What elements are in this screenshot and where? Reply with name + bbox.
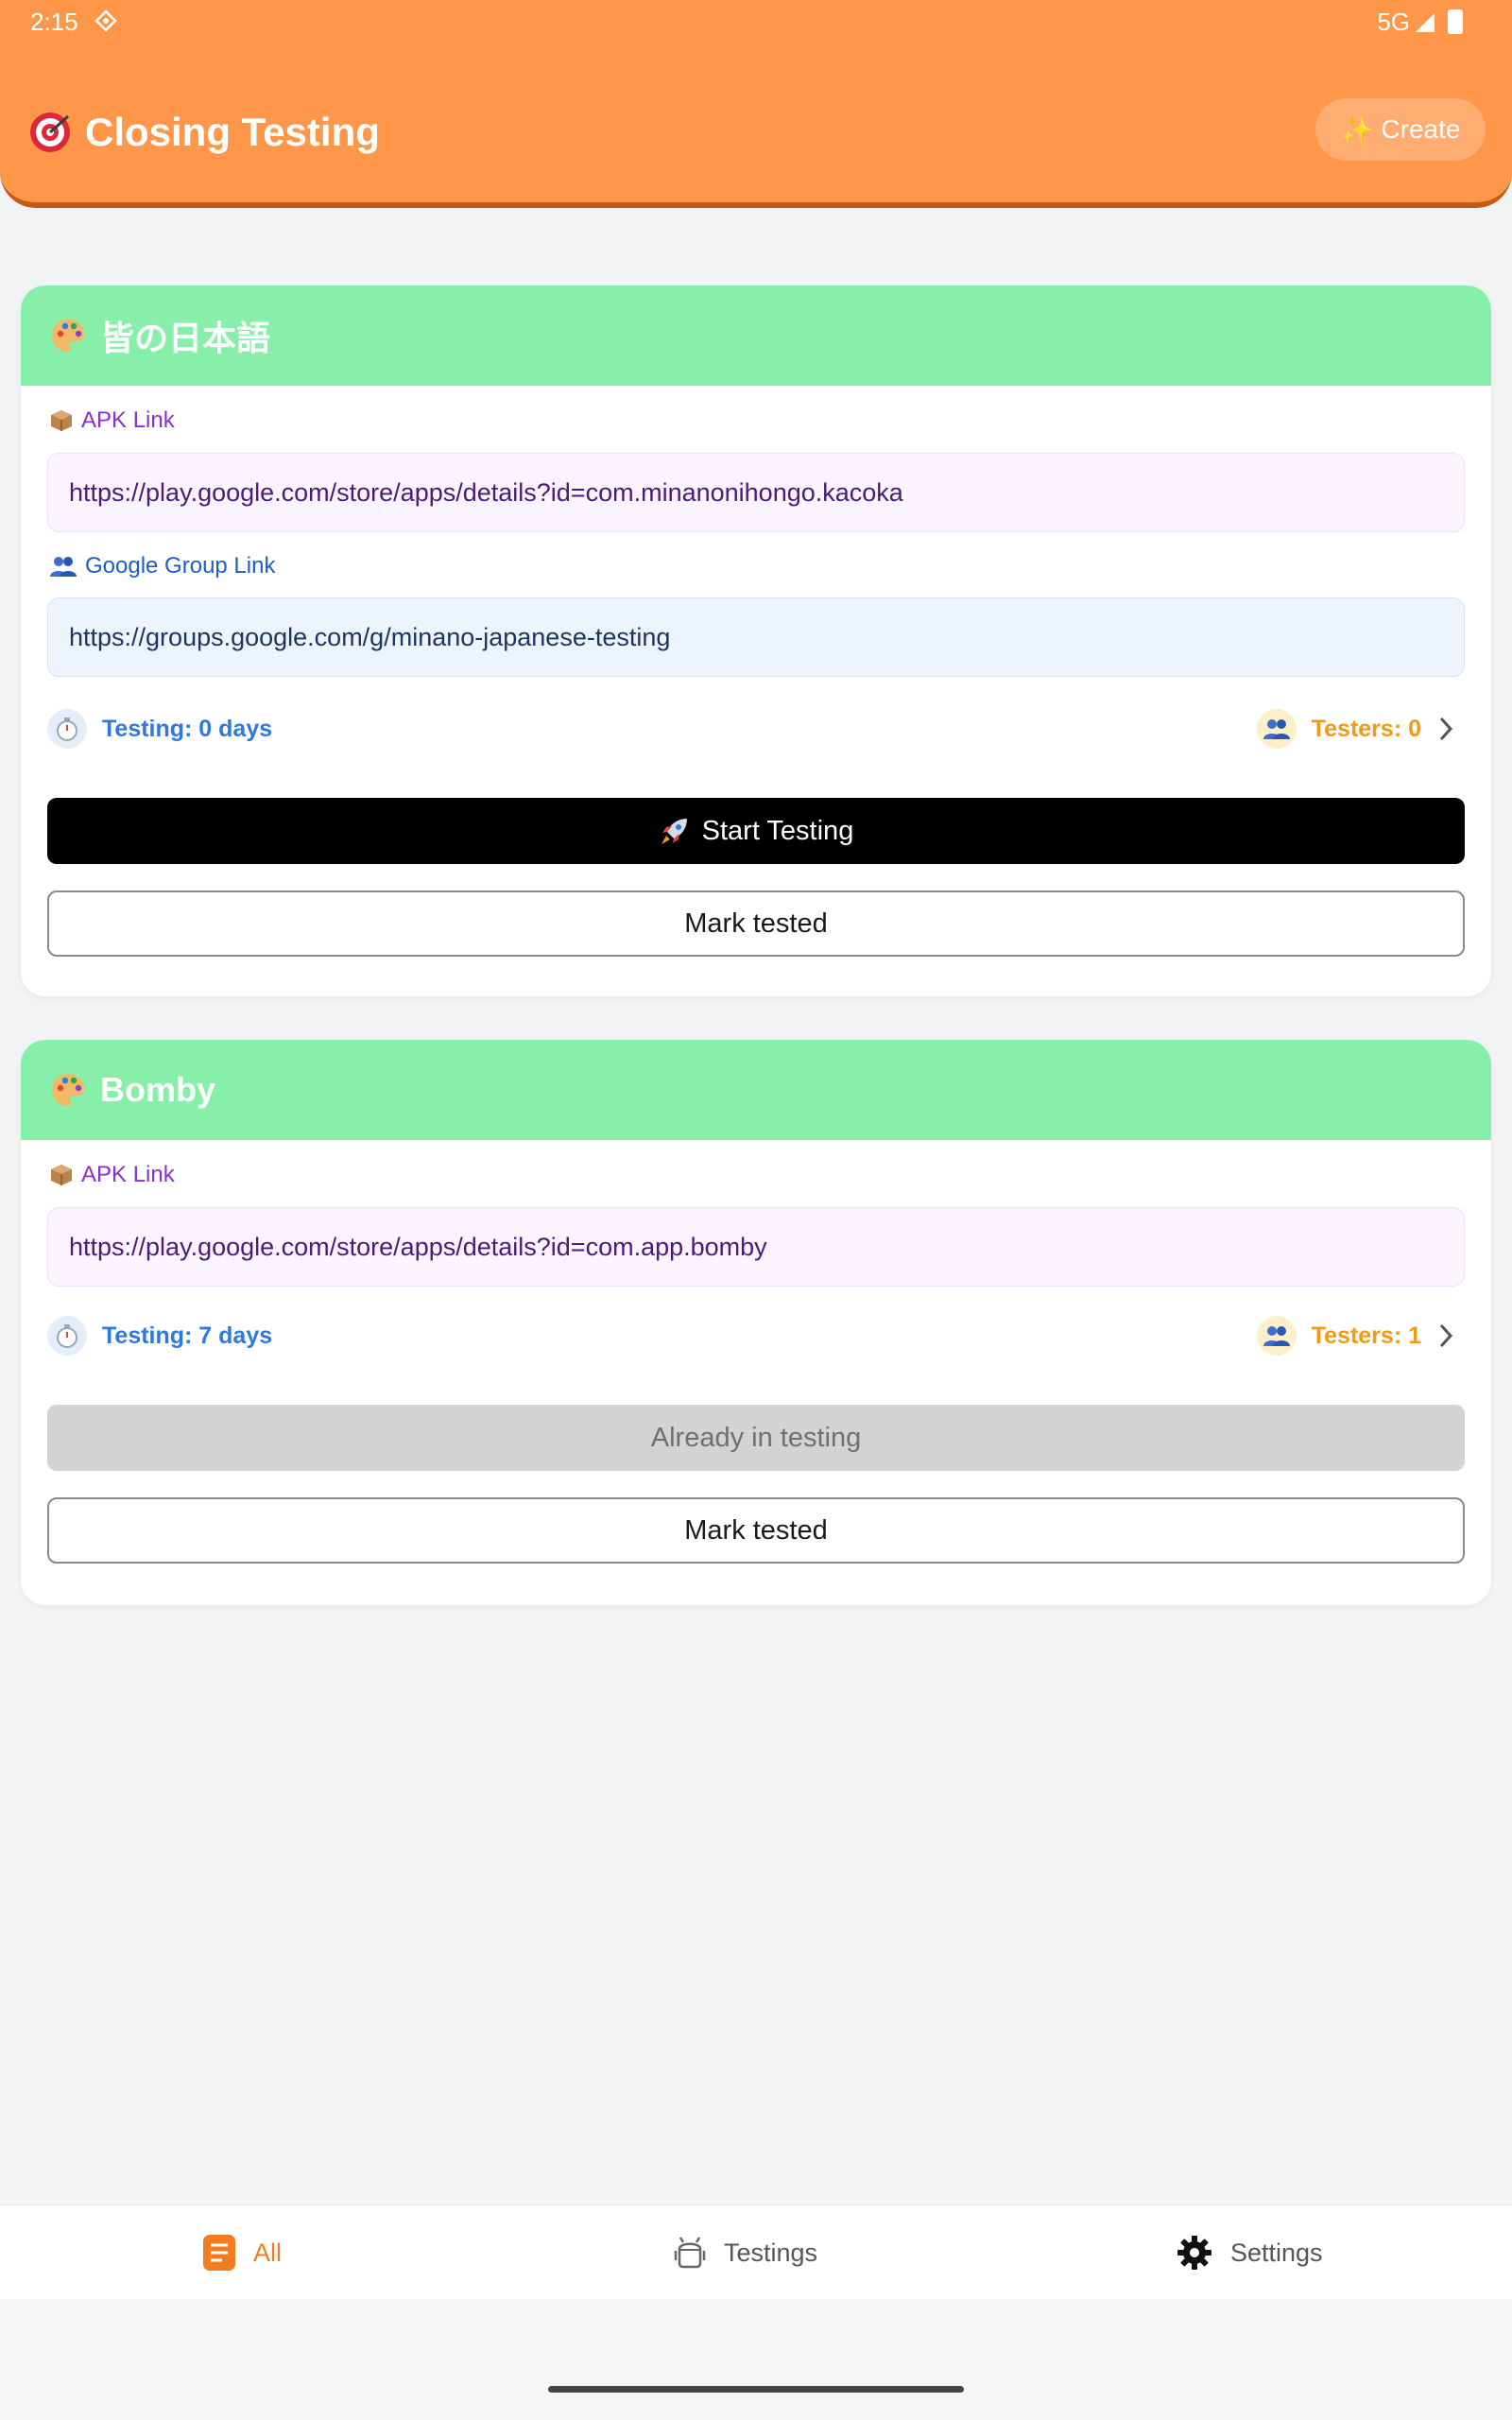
app-card: 皆の日本語 APK Link https://play.google.com/s… — [21, 285, 1491, 996]
target-icon — [30, 112, 70, 152]
chevron-right-icon — [1439, 1323, 1453, 1348]
battery-icon — [1448, 9, 1463, 34]
rocket-icon — [661, 819, 687, 844]
people-icon — [50, 557, 77, 577]
nav-label-settings: Settings — [1230, 2238, 1323, 2267]
apk-link-field[interactable]: https://play.google.com/store/apps/detai… — [47, 453, 1465, 532]
package-icon — [51, 410, 72, 431]
apk-link-value: https://play.google.com/store/apps/detai… — [69, 477, 903, 507]
testers-icon — [1256, 709, 1297, 749]
testers-link[interactable]: Testers: 0 — [1256, 709, 1455, 749]
palette-icon — [52, 320, 84, 352]
testers-count-text: Testers: 0 — [1311, 715, 1421, 742]
gear-icon — [1177, 2236, 1211, 2270]
diamond-icon — [94, 9, 117, 32]
nav-item-all[interactable]: All — [202, 2205, 282, 2300]
app-root: 2:15 5G Closing Testing ✨ Create 皆の日本語 A… — [0, 0, 1512, 2420]
status-time: 2:15 — [30, 8, 78, 36]
app-card-header: Bomby — [21, 1040, 1491, 1140]
apk-link-label: APK Link — [49, 406, 175, 435]
mark-tested-button[interactable]: Mark tested — [47, 1497, 1465, 1564]
home-gesture-bar[interactable] — [548, 2386, 964, 2393]
already-in-testing-label: Already in testing — [650, 1422, 862, 1453]
create-button-label: Create — [1381, 114, 1461, 144]
testers-link[interactable]: Testers: 1 — [1256, 1316, 1455, 1356]
google-group-link-field[interactable]: https://groups.google.com/g/minano-japan… — [47, 597, 1465, 677]
apk-link-label-text: APK Link — [81, 407, 175, 433]
system-gesture-area — [0, 2299, 1512, 2420]
start-testing-button[interactable]: Start Testing — [47, 798, 1465, 864]
mark-tested-label: Mark tested — [684, 1514, 828, 1546]
google-group-link-label-text: Google Group Link — [85, 553, 276, 579]
signal-icon — [1416, 13, 1435, 32]
testing-days: Testing: 0 days — [47, 709, 272, 749]
status-bar: 2:15 5G — [0, 0, 1512, 45]
network-type: 5G — [1377, 8, 1410, 36]
testing-days-text: Testing: 0 days — [102, 715, 273, 742]
nav-label-testings: Testings — [724, 2238, 818, 2267]
testing-days-text: Testing: 7 days — [102, 1322, 273, 1349]
stopwatch-icon — [47, 1316, 87, 1356]
palette-icon — [52, 1074, 84, 1106]
mark-tested-button[interactable]: Mark tested — [47, 890, 1465, 957]
mark-tested-label: Mark tested — [684, 908, 828, 939]
app-card-header: 皆の日本語 — [21, 285, 1491, 386]
stats-row: Testing: 0 days Testers: 0 — [47, 709, 1465, 751]
apk-link-value: https://play.google.com/store/apps/detai… — [69, 1232, 767, 1261]
create-button[interactable]: ✨ Create — [1315, 98, 1486, 161]
start-testing-label: Start Testing — [701, 815, 854, 846]
stopwatch-icon — [47, 709, 87, 749]
app-card: Bomby APK Link https://play.google.com/s… — [21, 1040, 1491, 1605]
app-name: 皆の日本語 — [100, 319, 271, 357]
list-icon — [203, 2235, 235, 2271]
apk-link-field[interactable]: https://play.google.com/store/apps/detai… — [47, 1207, 1465, 1287]
chevron-right-icon — [1439, 717, 1453, 741]
nav-label-all: All — [253, 2238, 283, 2267]
testing-days: Testing: 7 days — [47, 1316, 272, 1356]
app-name: Bomby — [100, 1070, 216, 1109]
apk-link-label-text: APK Link — [81, 1162, 175, 1187]
app-title-text: Closing Testing — [85, 110, 380, 154]
already-in-testing-button: Already in testing — [47, 1405, 1465, 1471]
testers-count-text: Testers: 1 — [1311, 1322, 1421, 1349]
apk-link-label: APK Link — [49, 1161, 175, 1189]
sparkle-icon: ✨ — [1340, 114, 1374, 145]
app-header: 2:15 5G Closing Testing ✨ Create — [0, 0, 1512, 208]
package-icon — [51, 1165, 72, 1185]
nav-item-settings[interactable]: Settings — [1176, 2205, 1323, 2300]
nav-item-testings[interactable]: Testings — [673, 2205, 817, 2300]
testers-icon — [1256, 1316, 1297, 1356]
google-group-link-label: Google Group Link — [49, 552, 275, 580]
bottom-navigation: All Testings Settings — [0, 2204, 1512, 2299]
android-icon — [674, 2237, 706, 2269]
page-title: Closing Testing — [28, 106, 380, 159]
google-group-link-value: https://groups.google.com/g/minano-japan… — [69, 622, 671, 651]
stats-row: Testing: 7 days Testers: 1 — [47, 1316, 1465, 1357]
